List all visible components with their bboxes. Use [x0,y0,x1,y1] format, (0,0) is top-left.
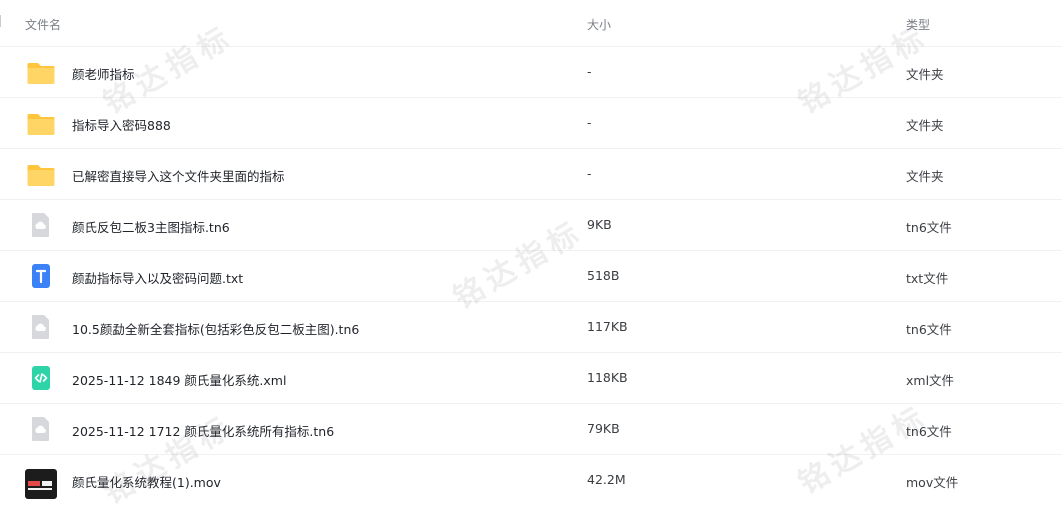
file-list-header: 文件名 大小 类型 [0,0,1062,46]
file-row[interactable]: 10.5颜勐全新全套指标(包括彩色反包二板主图).tn6 117KB tn6文件 [0,301,1062,352]
file-row[interactable]: 颜勐指标导入以及密码问题.txt 518B txt文件 [0,250,1062,301]
file-size: 118KB [587,370,628,385]
file-type: xml文件 [906,373,955,388]
file-name[interactable]: 颜氏反包二板3主图指标.tn6 [72,217,230,236]
folder-icon [27,110,55,136]
folder-icon [27,59,55,85]
file-name[interactable]: 2025-11-12 1712 颜氏量化系统所有指标.tn6 [72,421,334,440]
column-header-name[interactable]: 文件名 [25,16,61,33]
file-type: tn6文件 [906,220,952,235]
file-name[interactable]: 10.5颜勐全新全套指标(包括彩色反包二板主图).tn6 [72,319,359,338]
file-type: tn6文件 [906,322,952,337]
file-row[interactable]: 指标导入密码888 - 文件夹 [0,97,1062,148]
text-file-icon [27,263,55,289]
file-row[interactable]: 2025-11-12 1712 颜氏量化系统所有指标.tn6 79KB tn6文… [0,403,1062,454]
file-type: mov文件 [906,475,959,490]
file-row[interactable]: 颜老师指标 - 文件夹 [0,46,1062,97]
file-size: - [587,64,592,79]
file-size: 9KB [587,217,612,232]
file-name[interactable]: 指标导入密码888 [72,115,171,134]
file-size: 79KB [587,421,620,436]
file-size: 42.2M [587,472,626,487]
file-row[interactable]: 颜氏反包二板3主图指标.tn6 9KB tn6文件 [0,199,1062,250]
column-header-type[interactable]: 类型 [906,16,930,33]
file-size: - [587,166,592,181]
code-file-icon [27,365,55,391]
cloud-file-icon [27,416,55,442]
file-name[interactable]: 颜氏量化系统教程(1).mov [72,472,221,491]
column-header-size[interactable]: 大小 [587,16,611,33]
file-size: 117KB [587,319,628,334]
file-name[interactable]: 颜勐指标导入以及密码问题.txt [72,268,243,287]
file-name[interactable]: 2025-11-12 1849 颜氏量化系统.xml [72,370,286,389]
file-type: tn6文件 [906,424,952,439]
file-name[interactable]: 已解密直接导入这个文件夹里面的指标 [72,166,285,185]
file-list: 颜老师指标 - 文件夹 指标导入密码888 - 文件夹 已解密直接导入这个文件夹… [0,46,1062,505]
file-size: 518B [587,268,620,283]
file-row[interactable]: 2025-11-12 1849 颜氏量化系统.xml 118KB xml文件 [0,352,1062,403]
video-thumbnail [25,469,57,499]
file-size: - [587,115,592,130]
cloud-file-icon [27,212,55,238]
file-row[interactable]: 已解密直接导入这个文件夹里面的指标 - 文件夹 [0,148,1062,199]
file-type: txt文件 [906,271,949,286]
folder-icon [27,161,55,187]
file-type: 文件夹 [906,169,944,184]
file-type: 文件夹 [906,118,944,133]
file-name[interactable]: 颜老师指标 [72,64,135,83]
file-type: 文件夹 [906,67,944,82]
file-row[interactable]: 颜氏量化系统教程(1).mov 42.2M mov文件 [0,454,1062,505]
cloud-file-icon [27,314,55,340]
